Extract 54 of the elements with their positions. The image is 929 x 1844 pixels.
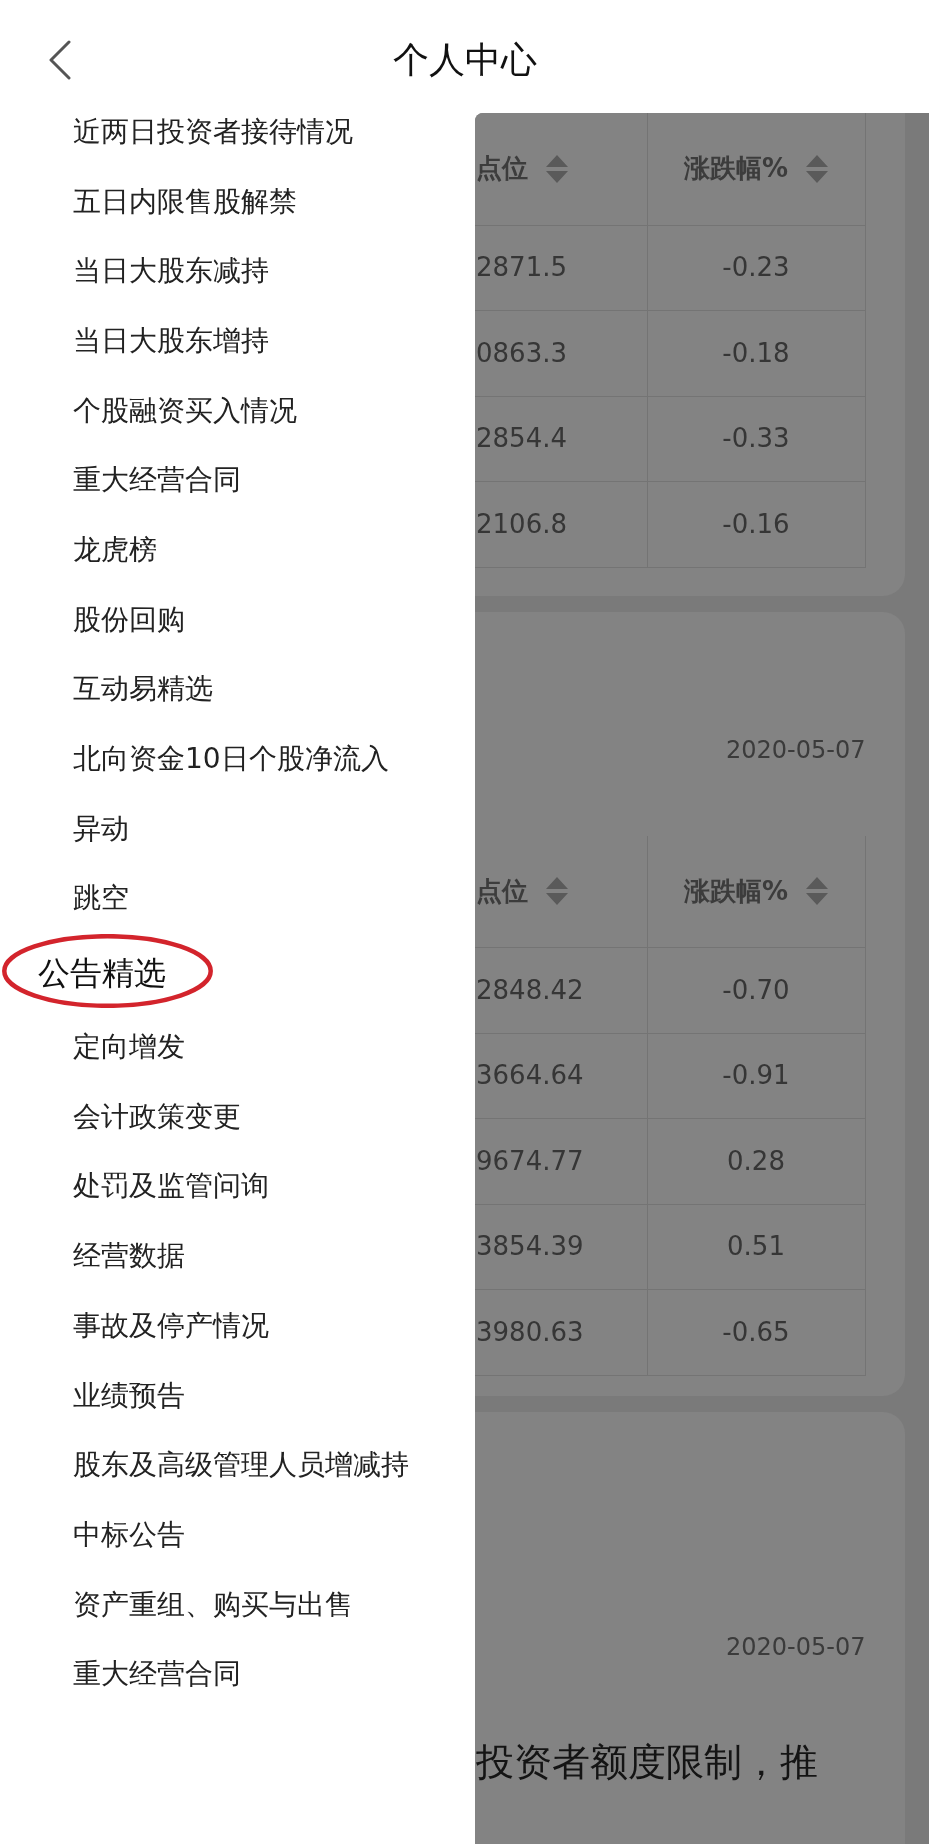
sort-icon[interactable] <box>806 154 829 183</box>
menu-item[interactable]: 当日大股东减持 <box>0 236 475 307</box>
menu-item[interactable]: 五日内限售股解禁 <box>0 166 475 237</box>
table-cell: 3980.63 <box>476 1316 584 1347</box>
table-cell: 0.28 <box>727 1145 785 1176</box>
date-text: 2020-05-07 <box>726 735 866 764</box>
column-header: 涨跌幅% <box>683 874 789 908</box>
menu-item[interactable]: 股东及高级管理人员增减持 <box>0 1430 475 1501</box>
table-cell: -0.65 <box>722 1316 790 1347</box>
table-cell: 2848.42 <box>476 974 584 1005</box>
menu-item[interactable]: 北向资金10日个股净流入 <box>0 724 475 794</box>
table-cell: 0.51 <box>727 1231 785 1262</box>
sort-icon[interactable] <box>546 877 568 906</box>
menu-item[interactable]: 处罚及监管问询 <box>0 1151 475 1222</box>
menu-item[interactable]: 跳空 <box>0 863 475 934</box>
menu-item[interactable]: 重大经营合同 <box>0 1639 475 1710</box>
column-header: 点位 <box>476 874 528 908</box>
menu-item[interactable]: 会计政策变更 <box>0 1081 475 1152</box>
menu-item[interactable]: 近两日投资者接待情况 <box>0 97 475 167</box>
table-cell: 2106.8 <box>476 508 567 539</box>
table-cell: 3664.64 <box>476 1060 584 1091</box>
table-cell: 2871.5 <box>476 252 567 283</box>
menu-item[interactable]: 重大经营合同 <box>0 445 475 516</box>
menu-item[interactable]: 中标公告 <box>0 1500 475 1570</box>
headline-text: 投资者额度限制，推 <box>475 1738 819 1786</box>
menu-item[interactable]: 定向增发 <box>0 1012 475 1082</box>
menu-item[interactable]: 经营数据 <box>0 1221 475 1291</box>
menu-item[interactable]: 龙虎榜 <box>0 515 475 585</box>
table-cell: -0.70 <box>722 974 790 1005</box>
table-cell: -0.18 <box>722 337 790 368</box>
menu-item[interactable]: 当日大股东增持 <box>0 306 475 376</box>
column-header: 点位 <box>476 152 528 186</box>
date-text: 2020-05-07 <box>726 1632 866 1661</box>
table-cell: 9674.77 <box>476 1145 584 1176</box>
table-cell: 0863.3 <box>476 337 567 368</box>
section-heading: 公告精选 <box>38 953 166 992</box>
menu-item[interactable]: 个股融资买入情况 <box>0 375 475 446</box>
table-cell: -0.33 <box>722 423 790 454</box>
sort-icon[interactable] <box>546 154 568 183</box>
menu-item[interactable]: 资产重组、购买与出售 <box>0 1569 475 1640</box>
page-title: 个人中心 <box>392 39 537 80</box>
table-cell: 2854.4 <box>476 423 567 454</box>
sort-icon[interactable] <box>806 877 829 906</box>
menu-item[interactable]: 股份回购 <box>0 584 475 655</box>
table-cell: -0.16 <box>722 508 790 539</box>
table-cell: -0.91 <box>722 1060 790 1091</box>
menu-item[interactable]: 互动易精选 <box>0 654 475 725</box>
back-icon[interactable] <box>48 39 72 80</box>
table-cell: -0.23 <box>722 252 790 283</box>
table-cell: 3854.39 <box>476 1231 584 1262</box>
menu-item[interactable]: 业绩预告 <box>0 1360 475 1431</box>
column-header: 涨跌幅% <box>683 152 789 186</box>
menu-item[interactable]: 事故及停产情况 <box>0 1291 475 1361</box>
menu-item[interactable]: 异动 <box>0 793 475 864</box>
